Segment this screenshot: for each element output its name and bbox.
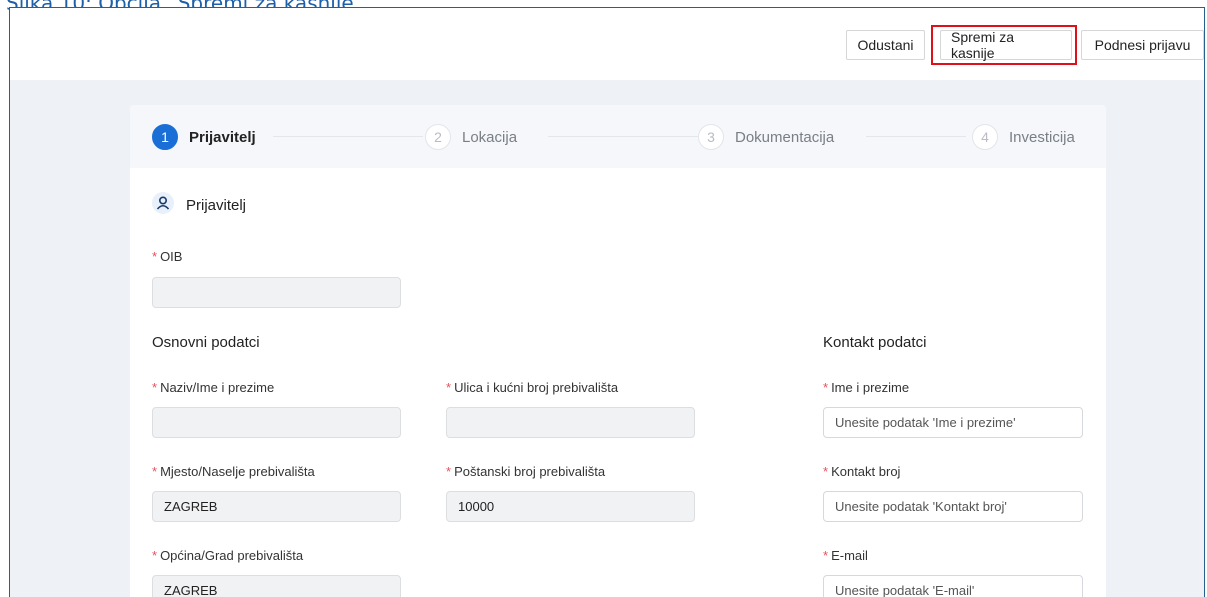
section-header: Prijavitelj: [152, 192, 246, 219]
user-icon: [152, 192, 174, 219]
step-number: 2: [425, 124, 451, 150]
email-input[interactable]: Unesite podatak 'E-mail': [823, 575, 1083, 597]
section-title: Prijavitelj: [186, 197, 247, 214]
step-number: 3: [698, 124, 724, 150]
cancel-button[interactable]: Odustani: [846, 30, 925, 60]
email-label: * E-mail: [823, 548, 868, 563]
step-connector: [548, 136, 698, 137]
step-number: 1: [152, 124, 178, 150]
postanski-field[interactable]: 10000: [446, 491, 695, 522]
required-mark: *: [152, 249, 158, 264]
submit-application-button[interactable]: Podnesi prijavu: [1081, 30, 1204, 60]
step-investicija[interactable]: 4 Investicija: [972, 123, 1075, 151]
postanski-label: * Poštanski broj prebivališta: [446, 464, 606, 479]
step-lokacija[interactable]: 2 Lokacija: [425, 123, 517, 151]
toolbar: Odustani Spremi za kasnije Podnesi prija…: [10, 8, 1204, 80]
form-card: 1 Prijavitelj 2 Lokacija 3 Dokumentacija…: [130, 105, 1106, 597]
step-prijavitelj[interactable]: 1 Prijavitelj: [152, 123, 256, 151]
step-label: Investicija: [1009, 128, 1075, 146]
oib-field[interactable]: [152, 277, 401, 308]
contact-data-heading: Kontakt podatci: [823, 334, 927, 351]
step-connector: [273, 136, 423, 137]
opcina-field[interactable]: ZAGREB: [152, 575, 401, 597]
ime-label: * Ime i prezime: [823, 380, 910, 395]
step-dokumentacija[interactable]: 3 Dokumentacija: [698, 123, 834, 151]
step-label: Lokacija: [462, 128, 518, 146]
basic-data-heading: Osnovni podatci: [152, 334, 260, 351]
step-connector: [866, 136, 966, 137]
ulica-label: * Ulica i kućni broj prebivališta: [446, 380, 619, 395]
step-number: 4: [972, 124, 998, 150]
ime-input[interactable]: Unesite podatak 'Ime i prezime': [823, 407, 1083, 438]
naziv-label: * Naziv/Ime i prezime: [152, 380, 275, 395]
kontakt-input[interactable]: Unesite podatak 'Kontakt broj': [823, 491, 1083, 522]
step-label: Dokumentacija: [735, 128, 835, 146]
oib-label: * OIB: [152, 249, 183, 264]
mjesto-label: * Mjesto/Naselje prebivališta: [152, 464, 315, 479]
kontakt-label: * Kontakt broj: [823, 464, 901, 479]
step-label: Prijavitelj: [189, 128, 256, 146]
highlight-box: [931, 25, 1077, 65]
app-window: Odustani Spremi za kasnije Podnesi prija…: [9, 7, 1205, 597]
naziv-field[interactable]: [152, 407, 401, 438]
stepper: 1 Prijavitelj 2 Lokacija 3 Dokumentacija…: [130, 105, 1106, 168]
mjesto-field[interactable]: ZAGREB: [152, 491, 401, 522]
ulica-field[interactable]: [446, 407, 695, 438]
opcina-label: * Općina/Grad prebivališta: [152, 548, 304, 563]
